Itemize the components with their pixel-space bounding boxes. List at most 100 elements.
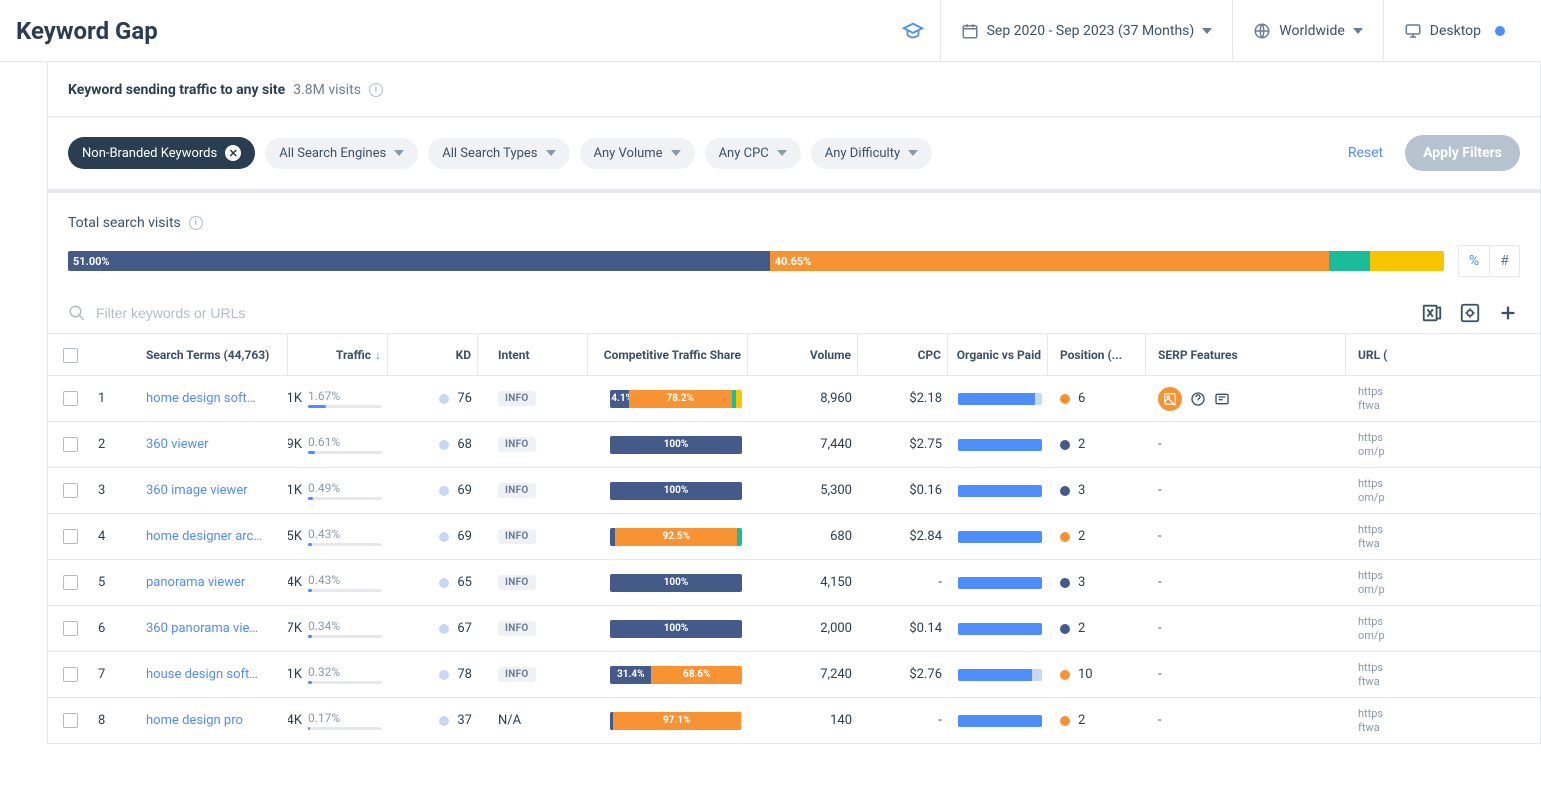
ovp-bar [958, 623, 1042, 635]
volume-value: 140 [748, 713, 858, 728]
traffic-pct: 0.43% [308, 527, 382, 541]
col-intent[interactable]: Intent [478, 334, 588, 376]
position-dot [1060, 716, 1070, 726]
intent-pill: INFO [498, 621, 536, 636]
serp-features: - [1158, 713, 1162, 728]
row-checkbox[interactable] [63, 713, 78, 728]
filter-chip-volume[interactable]: Any Volume [580, 138, 695, 169]
url-value[interactable]: httpsftwa [1358, 523, 1383, 549]
traffic-value: 52.1K [288, 391, 302, 406]
col-traffic[interactable]: Traffic↓ [288, 334, 388, 376]
volume-value: 8,960 [748, 391, 858, 406]
cpc-value: $2.84 [858, 529, 948, 544]
search-term-link[interactable]: 360 viewer [146, 437, 209, 452]
col-ovp[interactable]: Organic vs Paid [948, 334, 1048, 376]
select-all-checkbox[interactable] [63, 348, 78, 363]
share-toggle-percent[interactable]: % [1459, 246, 1489, 276]
reset-button[interactable]: Reset [1336, 145, 1395, 161]
search-term-link[interactable]: 360 panorama vie… [146, 621, 258, 636]
chevron-down-icon [546, 150, 556, 156]
image-icon[interactable] [1158, 387, 1182, 411]
export-excel-icon[interactable] [1420, 301, 1444, 325]
traffic-value: 13.4K [288, 575, 302, 590]
url-value[interactable]: httpsom/p [1358, 615, 1385, 641]
globe-icon [1253, 22, 1271, 40]
row-checkbox[interactable] [63, 667, 78, 682]
traffic-pct: 1.67% [308, 389, 382, 403]
table-row: 2360 viewer19K0.61%68INFO100%7,440$2.752… [48, 421, 1540, 467]
table-settings-icon[interactable] [1458, 301, 1482, 325]
platform-selector[interactable]: Desktop [1383, 0, 1525, 62]
row-checkbox[interactable] [63, 621, 78, 636]
position-value: 6 [1078, 391, 1085, 406]
row-checkbox[interactable] [63, 575, 78, 590]
region-selector[interactable]: Worldwide [1232, 0, 1382, 62]
col-volume[interactable]: Volume [748, 334, 858, 376]
row-index: 4 [92, 529, 140, 544]
serp-features: - [1158, 437, 1162, 452]
search-icon [68, 304, 86, 322]
col-cpc[interactable]: CPC [858, 334, 948, 376]
col-search-terms[interactable]: Search Terms (44,763) [140, 334, 288, 376]
row-index: 8 [92, 713, 140, 728]
ovp-bar [958, 439, 1042, 451]
col-kd[interactable]: KD [388, 334, 478, 376]
serp-features [1158, 387, 1230, 411]
col-cts[interactable]: Competitive Traffic Share [588, 334, 748, 376]
traffic-pct: 0.34% [308, 619, 382, 633]
position-dot [1060, 486, 1070, 496]
url-value[interactable]: httpsom/p [1358, 569, 1385, 595]
kd-dot [439, 624, 449, 634]
question-icon[interactable] [1190, 391, 1206, 407]
row-index: 1 [92, 391, 140, 406]
filter-chip-engines[interactable]: All Search Engines [265, 138, 418, 169]
search-term-link[interactable]: home designer arc… [146, 529, 262, 544]
volume-value: 7,240 [748, 667, 858, 682]
filter-chip-cpc[interactable]: Any CPC [705, 138, 801, 169]
search-term-link[interactable]: panorama viewer [146, 575, 245, 590]
add-column-icon[interactable] [1496, 301, 1520, 325]
search-term-link[interactable]: house design soft… [146, 667, 258, 682]
snippet-icon[interactable] [1214, 391, 1230, 407]
filter-chip-types[interactable]: All Search Types [428, 138, 569, 169]
share-bar-segment: 51.00% [68, 251, 770, 271]
url-value[interactable]: httpsom/p [1358, 431, 1385, 457]
search-term-link[interactable]: home design soft… [146, 391, 255, 406]
date-range-selector[interactable]: Sep 2020 - Sep 2023 (37 Months) [940, 0, 1233, 62]
col-serp[interactable]: SERP Features [1146, 334, 1346, 376]
ovp-bar [958, 669, 1042, 681]
row-checkbox[interactable] [63, 529, 78, 544]
col-position[interactable]: Position (... [1048, 334, 1146, 376]
kd-dot [439, 532, 449, 542]
info-icon[interactable]: i [189, 216, 203, 230]
chevron-down-icon [394, 150, 404, 156]
info-icon[interactable]: i [369, 83, 383, 97]
table-row: 3360 image viewer15.1K0.49%69INFO100%5,3… [48, 467, 1540, 513]
close-icon[interactable]: ✕ [225, 145, 241, 161]
search-term-link[interactable]: 360 image viewer [146, 483, 248, 498]
share-toggle-number[interactable]: # [1489, 246, 1519, 276]
row-index: 3 [92, 483, 140, 498]
col-url[interactable]: URL ( [1346, 334, 1406, 376]
row-checkbox[interactable] [63, 437, 78, 452]
position-value: 3 [1078, 575, 1085, 590]
url-value[interactable]: httpsftwa [1358, 385, 1383, 411]
kd-dot [439, 578, 449, 588]
row-checkbox[interactable] [63, 483, 78, 498]
total-visits-share-bar: 51.00%40.65% [68, 251, 1444, 271]
volume-value: 4,150 [748, 575, 858, 590]
filter-chip-active[interactable]: Non-Branded Keywords ✕ [68, 137, 255, 169]
share-bar-segment [1329, 251, 1370, 271]
ovp-bar [958, 577, 1042, 589]
filter-chip-difficulty[interactable]: Any Difficulty [811, 138, 932, 169]
url-value[interactable]: httpsom/p [1358, 477, 1385, 503]
education-icon[interactable] [902, 20, 924, 42]
filter-keywords-input[interactable] [96, 305, 1406, 321]
summary-visits: 3.8M visits [293, 82, 361, 98]
search-term-link[interactable]: home design pro [146, 713, 243, 728]
row-checkbox[interactable] [63, 391, 78, 406]
url-value[interactable]: httpsftwa [1358, 707, 1383, 733]
url-value[interactable]: httpsftwa [1358, 661, 1383, 687]
apply-filters-button[interactable]: Apply Filters [1405, 135, 1520, 171]
cpc-value: $0.14 [858, 621, 948, 636]
